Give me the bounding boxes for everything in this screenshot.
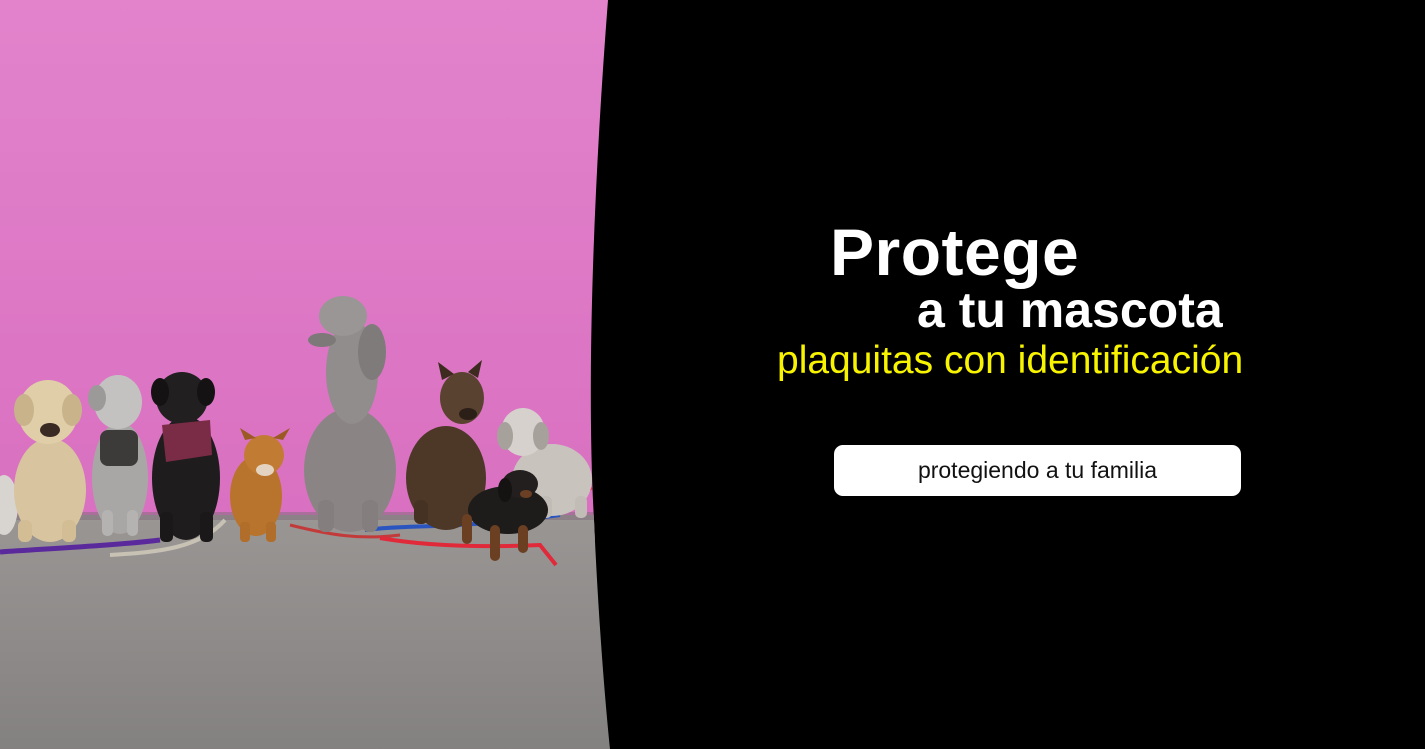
hero-subline: a tu mascota — [917, 282, 1223, 338]
cta-button[interactable]: protegiendo a tu familia — [834, 445, 1241, 496]
hero-tagline: plaquitas con identificación — [777, 339, 1244, 382]
hero-banner: Protege a tu mascota plaquitas con ident… — [0, 0, 1425, 749]
hero-copy: Protege a tu mascota plaquitas con ident… — [0, 0, 1425, 749]
cta-button-label: protegiendo a tu familia — [917, 457, 1158, 483]
